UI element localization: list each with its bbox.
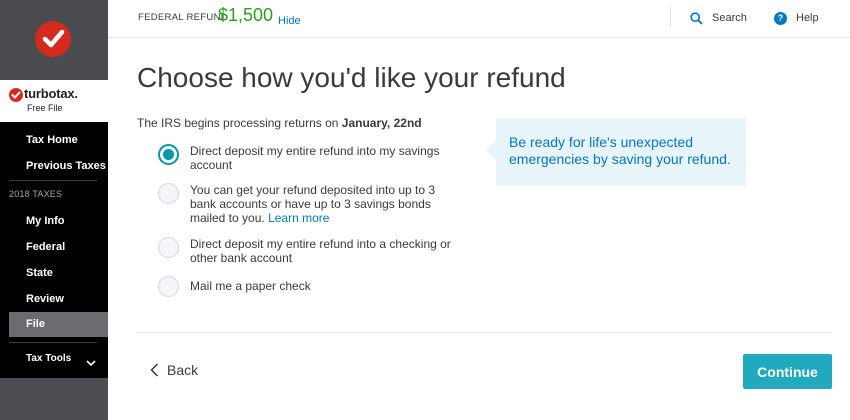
refund-option-savings[interactable]: Direct deposit my entire refund into my … [158,144,458,174]
sidebar-item-previous-taxes[interactable]: Previous Taxes [26,160,106,172]
refund-option-paper-check[interactable]: Mail me a paper check [158,276,458,298]
sidebar-bottom [0,378,108,420]
search-button[interactable]: Search [690,10,747,26]
option-label: Direct deposit my entire refund into a c… [190,237,451,265]
sidebar: turbotax. Free File Tax Home Previous Ta… [0,0,108,420]
intro-prefix: The IRS begins processing returns on [137,116,339,130]
option-label: You can get your refund deposited into u… [190,183,460,225]
search-icon [690,11,703,25]
header-divider [670,6,671,28]
top-header: FEDERAL REFUND $1,500 Hide Search ? Help [108,0,850,38]
chevron-down-icon[interactable] [86,354,96,372]
refund-option-checking[interactable]: Direct deposit my entire refund into a c… [158,237,458,267]
option-label: Direct deposit my entire refund into my … [190,144,440,172]
nav-divider [9,342,97,343]
sidebar-item-tax-home[interactable]: Tax Home [26,134,78,146]
radio-button[interactable] [158,183,179,204]
info-callout: Be ready for life's unexpected emergenci… [486,118,746,186]
page-title: Choose how you'd like your refund [137,62,566,93]
sidebar-section-label: 2018 TAXES [9,189,63,199]
sidebar-active-highlight [9,312,108,337]
sidebar-item-review[interactable]: Review [26,293,64,305]
checkmark-icon [9,88,23,102]
refund-amount: $1,500 [218,5,274,25]
intro-text: The IRS begins processing returns on Jan… [137,116,422,130]
sidebar-nav: Tax Home Previous Taxes 2018 TAXES My In… [0,122,108,378]
refund-option-split[interactable]: You can get your refund deposited into u… [158,183,458,227]
help-button[interactable]: ? Help [774,10,819,26]
sidebar-item-my-info[interactable]: My Info [26,215,65,227]
brand-subtitle: Free File [27,103,63,113]
help-icon: ? [774,11,787,25]
back-button[interactable]: Back [150,362,198,378]
hide-refund-link[interactable]: Hide [278,15,301,27]
nav-divider [9,180,97,181]
sidebar-logo-area [0,0,108,80]
intro-date: January, 22nd [341,116,422,130]
sidebar-item-tax-tools[interactable]: Tax Tools [26,353,71,364]
radio-button-selected[interactable] [158,144,179,165]
callout-text: Be ready for life's unexpected emergenci… [509,134,731,167]
checkmark-logo-icon[interactable] [35,21,71,57]
option-label: Mail me a paper check [190,279,311,293]
help-label: Help [796,12,819,24]
footer-divider [137,332,831,333]
brand-name: turbotax. [24,86,78,101]
continue-button[interactable]: Continue [743,354,832,389]
radio-button[interactable] [158,276,179,297]
learn-more-link[interactable]: Learn more [268,211,329,225]
radio-button[interactable] [158,237,179,258]
search-label: Search [712,12,747,24]
refund-label: FEDERAL REFUND [138,12,228,23]
sidebar-item-file[interactable]: File [26,318,45,330]
chevron-left-icon [150,363,159,377]
sidebar-item-state[interactable]: State [26,267,53,279]
sidebar-item-federal[interactable]: Federal [26,241,65,253]
back-label: Back [167,362,199,378]
brand-block: turbotax. Free File [0,80,108,122]
